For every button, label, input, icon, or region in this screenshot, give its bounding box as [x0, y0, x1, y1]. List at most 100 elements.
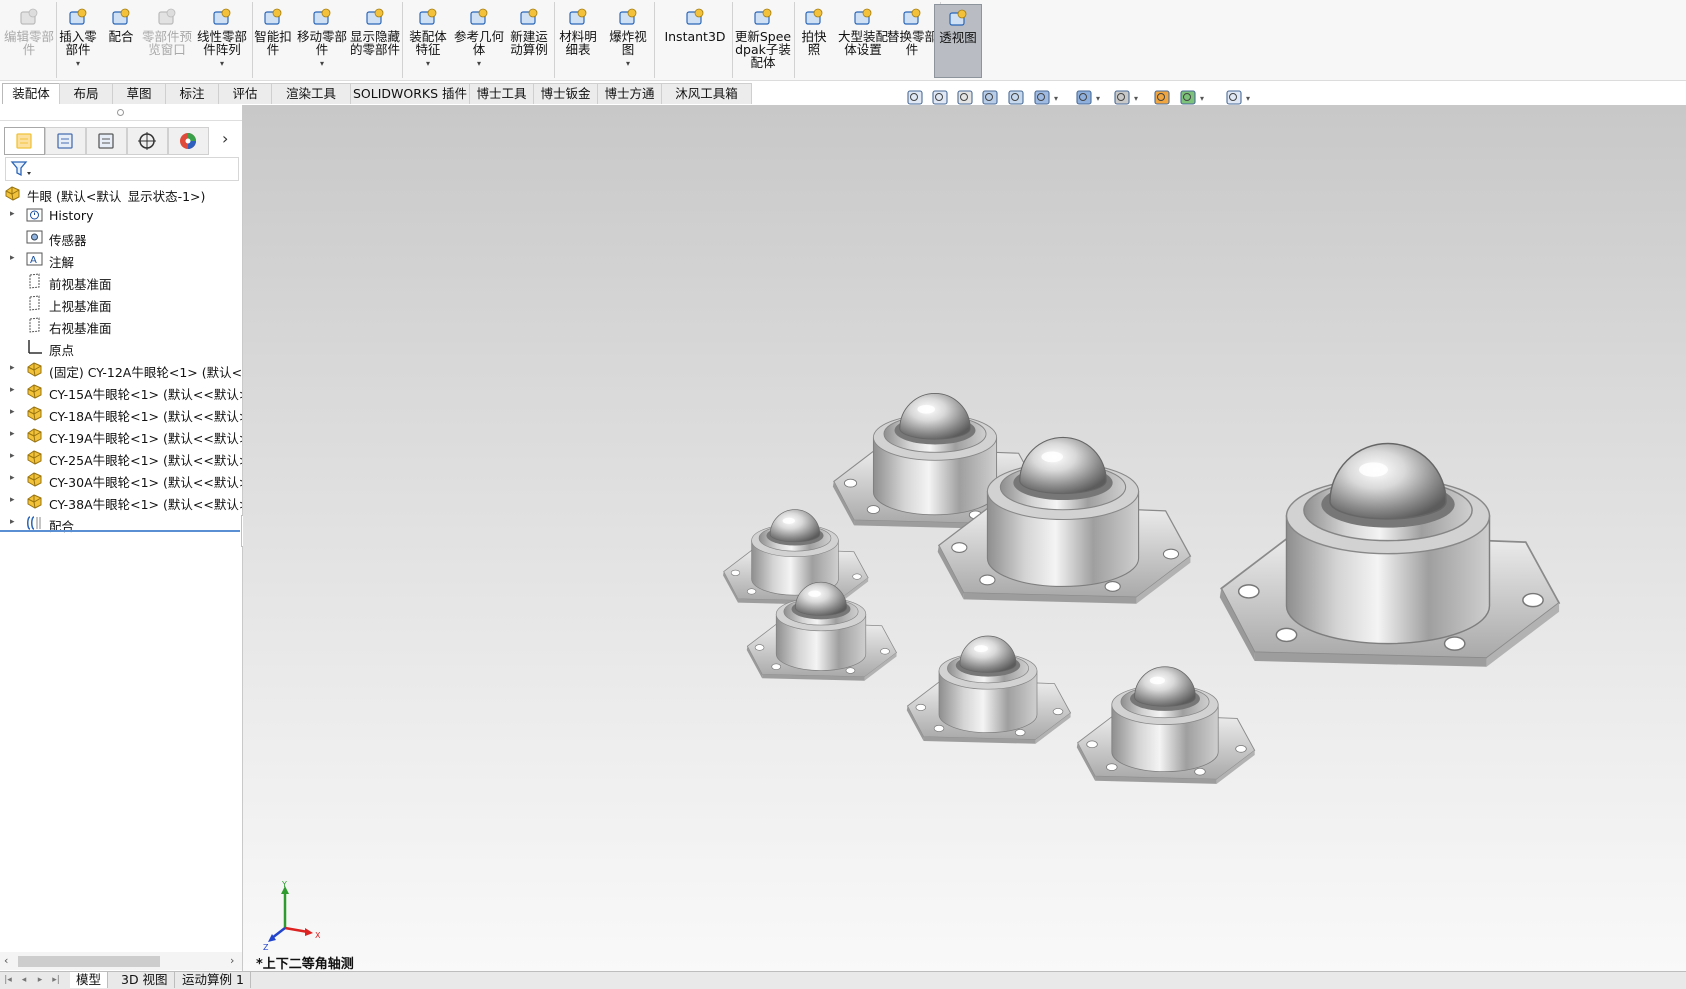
scroll-left-icon[interactable]: ‹	[4, 954, 8, 967]
mate-button[interactable]: 配合	[102, 4, 140, 76]
ball-transfer-unit[interactable]	[1219, 442, 1561, 667]
ball-transfer-unit[interactable]	[906, 635, 1072, 744]
horizontal-scrollbar[interactable]: ‹ ›	[0, 952, 242, 970]
chevron-right-icon[interactable]: ›	[222, 129, 228, 148]
command-tab[interactable]: SOLIDWORKS 插件	[350, 83, 470, 104]
ribbon-separator	[794, 2, 795, 78]
ribbon-button-label: 新建运动算例	[510, 29, 548, 57]
chevron-down-icon: ▾	[625, 59, 630, 68]
command-tab[interactable]: 博士工具	[469, 83, 534, 104]
filter-input[interactable]	[5, 157, 239, 181]
first-tab-icon[interactable]: |◂	[2, 974, 14, 986]
assembly-feature-button[interactable]: 装配体特征 ▾	[404, 4, 452, 76]
splitter-handle-icon	[117, 109, 124, 116]
manager-tab-configurationmanager[interactable]	[86, 127, 127, 155]
command-tab[interactable]: 渲染工具	[271, 83, 351, 104]
snapshot-button[interactable]: 拍快照	[796, 4, 832, 76]
bottom-tab[interactable]: 模型	[70, 972, 109, 988]
command-tab[interactable]: 装配体	[2, 83, 60, 104]
tree-item[interactable]: 右视基准面	[0, 315, 242, 335]
tree-item[interactable]: ▸ History	[0, 205, 242, 225]
reference-geometry-button[interactable]: 参考几何体 ▾	[454, 4, 504, 76]
ribbon-button-label: 零部件预览窗口	[142, 29, 192, 57]
expand-arrow-icon[interactable]: ▸	[10, 253, 15, 263]
scroll-right-icon[interactable]: ›	[230, 954, 234, 967]
tree-item[interactable]: ▸ CY-38A牛眼轮<1> (默认<<默认>_	[0, 491, 242, 511]
panel-splitter[interactable]	[0, 105, 242, 121]
exploded-view-button[interactable]: 爆炸视图 ▾	[604, 4, 652, 76]
edit-component-button[interactable]: 编辑零部件	[4, 4, 54, 76]
expand-arrow-icon[interactable]: ▸	[10, 495, 15, 505]
command-tab[interactable]: 布局	[59, 83, 113, 104]
move-component-button[interactable]: 移动零部件 ▾	[296, 4, 348, 76]
tree-item[interactable]: 上视基准面	[0, 293, 242, 313]
command-tab[interactable]: 沐风工具箱	[661, 83, 752, 104]
perspective-button[interactable]: 透视图	[934, 4, 982, 78]
ribbon-button-label: 大型装配体设置	[837, 29, 888, 57]
tree-item[interactable]: ▸ CY-25A牛眼轮<1> (默认<<默认>_	[0, 447, 242, 467]
tree-item[interactable]: 原点	[0, 337, 242, 357]
manager-tab-propertymanager[interactable]	[45, 127, 86, 155]
svg-text:A: A	[30, 255, 37, 266]
show-hidden-button[interactable]: 显示隐藏的零部件	[350, 4, 400, 76]
tree-item[interactable]: ▸ CY-18A牛眼轮<1> (默认<<默认>_	[0, 403, 242, 423]
smart-fastener-button[interactable]: 智能扣件	[252, 4, 294, 76]
command-tab[interactable]: 评估	[218, 83, 272, 104]
expand-arrow-icon[interactable]: ▸	[10, 517, 15, 527]
expand-arrow-icon[interactable]: ▸	[10, 429, 15, 439]
speedpak-button[interactable]: 更新Speedpak子装配体	[734, 4, 792, 76]
assembly-model[interactable]	[243, 105, 1686, 971]
triad-x-label: X	[315, 931, 321, 940]
chevron-down-icon[interactable]: ▾	[1200, 94, 1204, 103]
ball-transfer-unit[interactable]	[1076, 666, 1256, 784]
scrollbar-thumb[interactable]	[18, 956, 160, 967]
insert-component-button[interactable]: 插入零部件 ▾	[56, 4, 100, 76]
expand-arrow-icon[interactable]: ▸	[10, 209, 15, 219]
replace-component-button[interactable]: 替换零部件	[886, 4, 938, 76]
chevron-down-icon[interactable]: ▾	[1134, 94, 1138, 103]
linear-pattern-button[interactable]: 线性零部件阵列 ▾	[194, 4, 250, 76]
instant3d-button[interactable]: Instant3D	[660, 4, 730, 76]
expand-arrow-icon[interactable]: ▸	[10, 407, 15, 417]
chevron-down-icon[interactable]: ▾	[1096, 94, 1100, 103]
graphics-area[interactable]: Y X Z *上下二等角轴测	[243, 105, 1686, 971]
expand-arrow-icon[interactable]: ▸	[10, 363, 15, 373]
ribbon-separator	[732, 2, 733, 78]
motion-study-button[interactable]: 新建运动算例	[506, 4, 552, 76]
tree-item[interactable]: 传感器	[0, 227, 242, 247]
command-tab[interactable]: 博士方通	[597, 83, 662, 104]
ribbon-button-label: 编辑零部件	[4, 29, 54, 57]
large-assembly-button[interactable]: 大型装配体设置	[836, 4, 890, 76]
command-tab[interactable]: 标注	[165, 83, 219, 104]
component-preview-button[interactable]: 零部件预览窗口	[142, 4, 192, 76]
tree-item[interactable]: ▸ CY-30A牛眼轮<1> (默认<<默认>_	[0, 469, 242, 489]
tree-item[interactable]: 前视基准面	[0, 271, 242, 291]
bottom-tab[interactable]: 3D 视图	[115, 972, 175, 988]
expand-arrow-icon[interactable]: ▸	[10, 385, 15, 395]
expand-arrow-icon[interactable]: ▸	[10, 473, 15, 483]
tree-item[interactable]: ▸ CY-15A牛眼轮<1> (默认<<默认>_	[0, 381, 242, 401]
bottom-tab[interactable]: 运动算例 1	[176, 972, 251, 988]
ball-transfer-unit[interactable]	[723, 509, 869, 606]
command-tab[interactable]: 博士钣金	[533, 83, 598, 104]
chevron-down-icon[interactable]: ▾	[1054, 94, 1058, 103]
propertymanager-icon	[57, 133, 73, 149]
bom-button[interactable]: 材料明细表	[554, 4, 602, 76]
ribbon-button-label: 透视图	[939, 30, 977, 45]
expand-arrow-icon[interactable]: ▸	[10, 451, 15, 461]
chevron-down-icon[interactable]: ▾	[1246, 94, 1250, 103]
manager-tab-displaymanager[interactable]	[168, 127, 209, 155]
manager-tab-featuremanager[interactable]	[4, 127, 45, 155]
tree-item-label: CY-18A牛眼轮<1> (默认<<默认>_	[49, 409, 242, 423]
tree-item-label: CY-30A牛眼轮<1> (默认<<默认>_	[49, 475, 242, 489]
tree-item[interactable]: ▸ (固定) CY-12A牛眼轮<1> (默认<<	[0, 359, 242, 379]
rollback-bar[interactable]	[0, 530, 240, 532]
tree-item[interactable]: 牛眼 (默认<默认_显示状态-1>)	[0, 183, 242, 203]
tree-item[interactable]: ▸ A 注解	[0, 249, 242, 269]
last-tab-icon[interactable]: ▸|	[50, 974, 62, 986]
command-tab[interactable]: 草图	[112, 83, 166, 104]
manager-tab-dimxpert[interactable]	[127, 127, 168, 155]
tree-item[interactable]: ▸ CY-19A牛眼轮<1> (默认<<默认>_	[0, 425, 242, 445]
next-tab-icon[interactable]: ▸	[34, 974, 46, 986]
prev-tab-icon[interactable]: ◂	[18, 974, 30, 986]
